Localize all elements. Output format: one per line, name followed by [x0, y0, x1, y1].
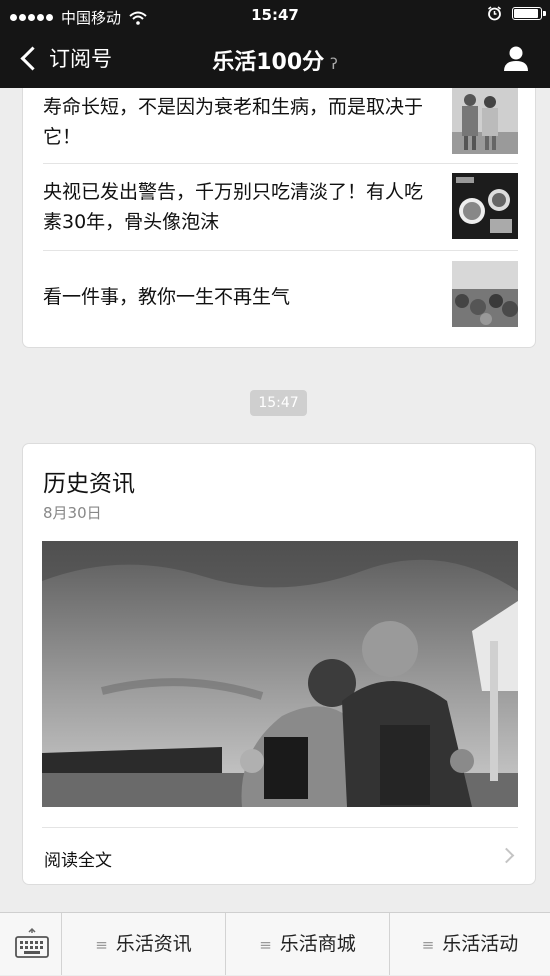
menu-item-leho-mall[interactable]: ≡ 乐活商城	[226, 913, 390, 975]
bottom-menu: ≡ 乐活资讯 ≡ 乐活商城 ≡ 乐活活动	[0, 912, 550, 975]
news-item-title: 央视已发出警告，千万别只吃清淡了！有人吃素30年，骨头像泡沫	[43, 181, 424, 233]
news-thumbnail	[452, 88, 518, 154]
battery-icon	[512, 7, 546, 20]
news-thumbnail	[452, 261, 518, 327]
menu-lines-icon: ≡	[95, 936, 108, 954]
news-list-card: 寿命长短，不是因为衰老和生病，而是取决于它！ 央视已发出警告，千万别只吃清淡了！…	[22, 88, 536, 348]
menu-lines-icon: ≡	[259, 936, 272, 954]
news-item[interactable]: 寿命长短，不是因为衰老和生病，而是取决于它！	[43, 88, 518, 164]
chevron-right-icon	[498, 847, 515, 864]
read-full-article-label: 阅读全文	[44, 851, 112, 871]
news-item-title: 寿命长短，不是因为衰老和生病，而是取决于它！	[43, 96, 424, 148]
page-title: 乐活100分 ʔ	[0, 44, 550, 76]
menu-item-leho-news[interactable]: ≡ 乐活资讯	[62, 913, 226, 975]
ear-icon: ʔ	[330, 55, 338, 73]
news-item[interactable]: 看一件事，教你一生不再生气	[43, 250, 518, 347]
keyboard-toggle-button[interactable]	[0, 913, 62, 975]
page-title-text: 乐活100分	[212, 50, 325, 75]
news-item-title: 看一件事，教你一生不再生气	[43, 286, 291, 308]
keyboard-icon	[15, 927, 49, 958]
menu-item-leho-events[interactable]: ≡ 乐活活动	[390, 913, 550, 975]
news-item[interactable]: 央视已发出警告，千万别只吃清淡了！有人吃素30年，骨头像泡沫	[43, 163, 518, 251]
menu-item-label: 乐活商城	[279, 933, 356, 955]
article-cover-image	[42, 541, 518, 807]
nav-bar: 订阅号 乐活100分 ʔ	[0, 30, 550, 88]
read-full-article-link[interactable]: 阅读全文	[42, 827, 518, 886]
article-date: 8月30日	[43, 504, 102, 522]
menu-item-label: 乐活资讯	[115, 933, 192, 955]
person-icon[interactable]	[502, 44, 530, 72]
article-title: 历史资讯	[43, 471, 135, 497]
article-card[interactable]: 历史资讯 8月30日 阅读全文	[22, 443, 536, 885]
alarm-icon	[488, 6, 501, 21]
status-bar: 中国移动 15:47	[0, 0, 550, 30]
menu-lines-icon: ≡	[421, 936, 435, 954]
menu-item-label: 乐活活动	[442, 933, 519, 955]
message-timestamp: 15:47	[250, 390, 307, 416]
news-thumbnail	[452, 173, 518, 239]
status-time: 15:47	[251, 6, 299, 24]
